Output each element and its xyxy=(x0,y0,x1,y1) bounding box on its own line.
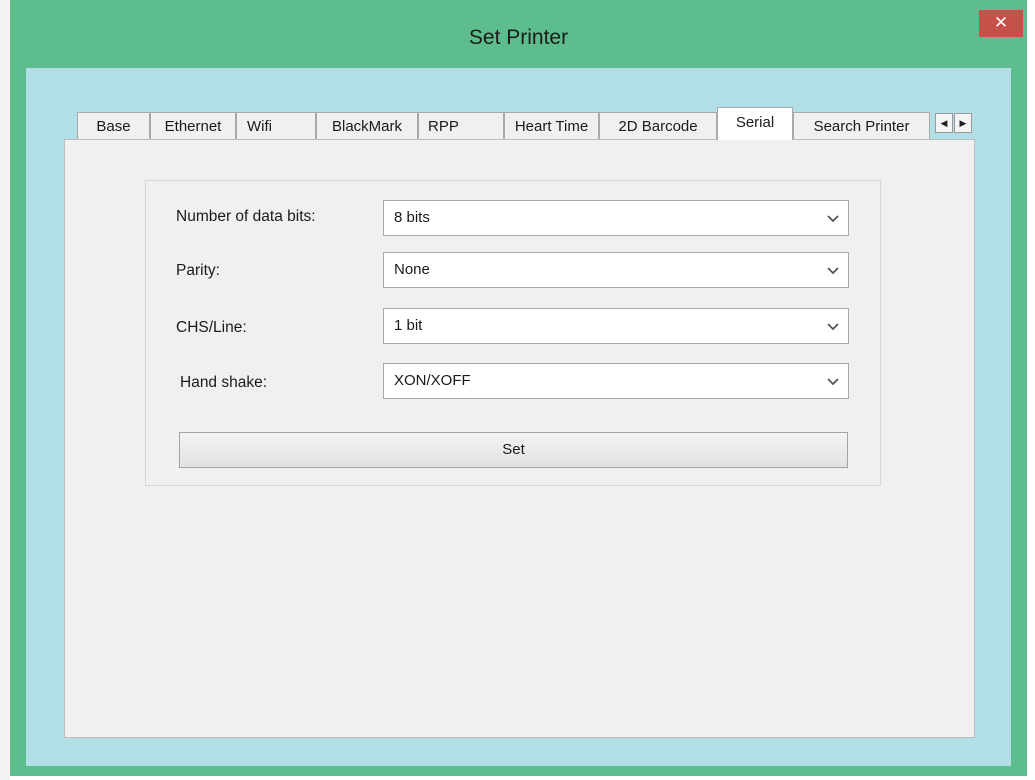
tab-rpp[interactable]: RPP xyxy=(418,112,504,140)
hand-shake-label: Hand shake: xyxy=(180,374,268,391)
chs-line-value: 1 bit xyxy=(394,317,423,334)
chevron-down-icon xyxy=(827,215,839,223)
title-bar[interactable]: Set Printer ✕ xyxy=(10,0,1027,70)
close-icon: ✕ xyxy=(993,13,1009,32)
desktop-background xyxy=(0,0,10,780)
tab-label: BlackMark xyxy=(331,118,402,135)
tab-ethernet[interactable]: Ethernet xyxy=(150,112,236,140)
tab-label: Wifi xyxy=(247,118,272,135)
tab-label: Heart Time xyxy=(514,118,589,135)
parity-value: None xyxy=(394,261,430,278)
tab-base[interactable]: Base xyxy=(77,112,150,140)
tab-2d-barcode[interactable]: 2D Barcode xyxy=(599,112,717,140)
data-bits-label: Number of data bits: xyxy=(176,208,316,225)
data-bits-dropdown[interactable]: 8 bits xyxy=(383,200,849,236)
tab-label: 2D Barcode xyxy=(618,118,698,135)
scroll-right-icon: ▶ xyxy=(959,118,967,128)
tab-wifi[interactable]: Wifi xyxy=(236,112,316,140)
tab-heart-time[interactable]: Heart Time xyxy=(504,112,599,140)
tab-label: Search Printer xyxy=(813,118,910,135)
hand-shake-dropdown[interactable]: XON/XOFF xyxy=(383,363,849,399)
tab-search-printer[interactable]: Search Printer xyxy=(793,112,930,140)
window-title: Set Printer xyxy=(468,26,569,49)
set-button[interactable]: Set xyxy=(179,432,848,468)
tab-label: Serial xyxy=(735,114,775,131)
tab-scroll-left-button[interactable]: ◀ xyxy=(935,113,953,133)
parity-label: Parity: xyxy=(176,262,220,279)
tab-scroll-right-button[interactable]: ▶ xyxy=(954,113,972,133)
scroll-left-icon: ◀ xyxy=(940,118,948,128)
tab-label: Ethernet xyxy=(164,118,222,135)
chs-line-dropdown[interactable]: 1 bit xyxy=(383,308,849,344)
tab-blackmark[interactable]: BlackMark xyxy=(316,112,418,140)
close-button[interactable]: ✕ xyxy=(979,10,1023,37)
tab-label: RPP xyxy=(428,118,459,135)
chevron-down-icon xyxy=(827,323,839,331)
chevron-down-icon xyxy=(827,378,839,386)
chevron-down-icon xyxy=(827,267,839,275)
tab-label: Base xyxy=(96,118,131,135)
tab-serial[interactable]: Serial xyxy=(717,107,793,140)
hand-shake-value: XON/XOFF xyxy=(394,372,471,389)
data-bits-value: 8 bits xyxy=(394,209,430,226)
parity-dropdown[interactable]: None xyxy=(383,252,849,288)
chs-line-label: CHS/Line: xyxy=(176,319,247,336)
